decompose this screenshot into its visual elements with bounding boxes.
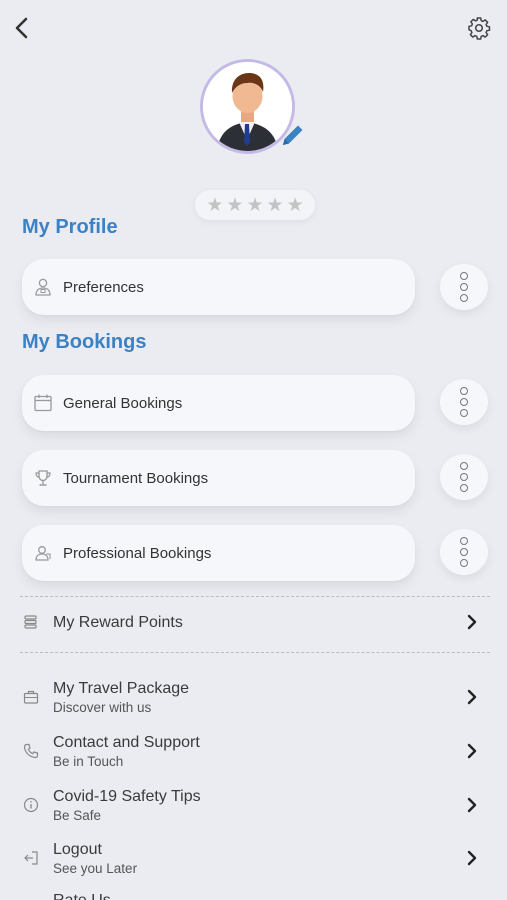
- gear-icon: [468, 17, 491, 40]
- professional-icon: [32, 542, 54, 564]
- back-button[interactable]: [8, 14, 36, 42]
- chevron-right-icon: [462, 612, 482, 632]
- professional-bookings-card[interactable]: Professional Bookings: [22, 525, 415, 581]
- general-bookings-card[interactable]: General Bookings: [22, 375, 415, 431]
- logout-title: Logout: [53, 841, 102, 858]
- edit-avatar-button[interactable]: [278, 120, 308, 150]
- tournament-bookings-card[interactable]: Tournament Bookings: [22, 450, 415, 506]
- covid-tips-row[interactable]: Covid-19 Safety Tips Be Safe: [18, 783, 490, 827]
- general-bookings-more-button[interactable]: [440, 379, 488, 425]
- dot-icon: [460, 409, 468, 417]
- preferences-card[interactable]: Preferences: [22, 259, 415, 315]
- tournament-bookings-label: Tournament Bookings: [63, 469, 209, 487]
- preferences-more-button[interactable]: [440, 264, 488, 310]
- my-profile-title: My Profile: [22, 216, 118, 238]
- professional-bookings-more-button[interactable]: [440, 529, 488, 575]
- dot-icon: [460, 462, 468, 470]
- travel-package-subtitle: Discover with us: [53, 700, 152, 715]
- coins-icon: [22, 613, 40, 631]
- reward-points-row[interactable]: My Reward Points: [18, 600, 490, 644]
- phone-icon: [22, 742, 40, 760]
- rating-stars[interactable]: ★ ★ ★ ★ ★: [195, 190, 315, 220]
- chevron-right-icon: [462, 848, 482, 868]
- contact-support-row[interactable]: Contact and Support Be in Touch: [18, 729, 490, 773]
- dot-icon: [460, 548, 468, 556]
- star-icon[interactable]: ★: [287, 196, 304, 215]
- info-icon: [22, 796, 40, 814]
- chevron-left-icon: [15, 17, 28, 39]
- dot-icon: [460, 387, 468, 395]
- divider: [20, 596, 490, 597]
- tournament-bookings-more-button[interactable]: [440, 454, 488, 500]
- user-preferences-icon: [32, 276, 54, 298]
- contact-support-subtitle: Be in Touch: [53, 754, 124, 769]
- rate-us-row[interactable]: Rate Us: [18, 886, 490, 900]
- preferences-label: Preferences: [63, 278, 144, 296]
- star-icon[interactable]: ★: [267, 196, 284, 215]
- rate-us-title: Rate Us: [53, 892, 111, 900]
- contact-support-title: Contact and Support: [53, 734, 200, 751]
- dot-icon: [460, 559, 468, 567]
- trophy-icon: [32, 467, 54, 489]
- dot-icon: [460, 272, 468, 280]
- covid-tips-subtitle: Be Safe: [53, 808, 102, 823]
- logout-icon: [22, 849, 40, 867]
- pencil-icon: [283, 125, 303, 145]
- dot-icon: [460, 473, 468, 481]
- professional-bookings-label: Professional Bookings: [63, 544, 212, 562]
- travel-package-row[interactable]: My Travel Package Discover with us: [18, 675, 490, 719]
- my-bookings-title: My Bookings: [22, 331, 147, 353]
- logout-subtitle: See you Later: [53, 861, 138, 876]
- star-icon[interactable]: ★: [226, 196, 243, 215]
- calendar-icon: [32, 392, 54, 414]
- dot-icon: [460, 398, 468, 406]
- dot-icon: [460, 537, 468, 545]
- dot-icon: [460, 283, 468, 291]
- dot-icon: [460, 484, 468, 492]
- briefcase-icon: [22, 688, 40, 706]
- reward-points-label: My Reward Points: [53, 614, 183, 631]
- travel-package-title: My Travel Package: [53, 680, 190, 697]
- general-bookings-label: General Bookings: [63, 394, 183, 412]
- chevron-right-icon: [462, 741, 482, 761]
- chevron-right-icon: [462, 687, 482, 707]
- settings-button[interactable]: [465, 14, 493, 42]
- covid-tips-title: Covid-19 Safety Tips: [53, 788, 201, 805]
- divider: [20, 652, 490, 653]
- logout-row[interactable]: Logout See you Later: [18, 836, 490, 880]
- chevron-right-icon: [462, 795, 482, 815]
- star-icon[interactable]: ★: [246, 196, 263, 215]
- star-icon[interactable]: ★: [206, 196, 223, 215]
- dot-icon: [460, 294, 468, 302]
